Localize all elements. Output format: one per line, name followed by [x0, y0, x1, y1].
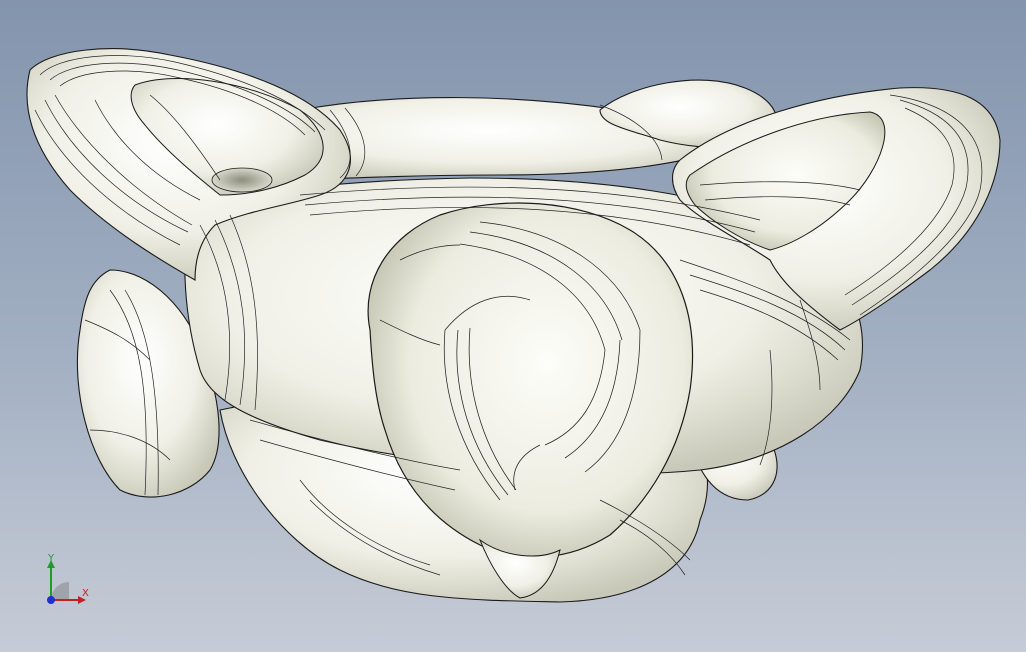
axis-triad-graphic — [47, 560, 86, 604]
model-left-hole — [211, 167, 273, 193]
3d-viewport[interactable]: Y X — [0, 0, 1026, 652]
3d-model[interactable] — [0, 0, 1026, 652]
axis-triad: Y X — [36, 552, 100, 608]
axis-x-label: X — [82, 588, 89, 599]
axis-y-label: Y — [48, 553, 55, 564]
